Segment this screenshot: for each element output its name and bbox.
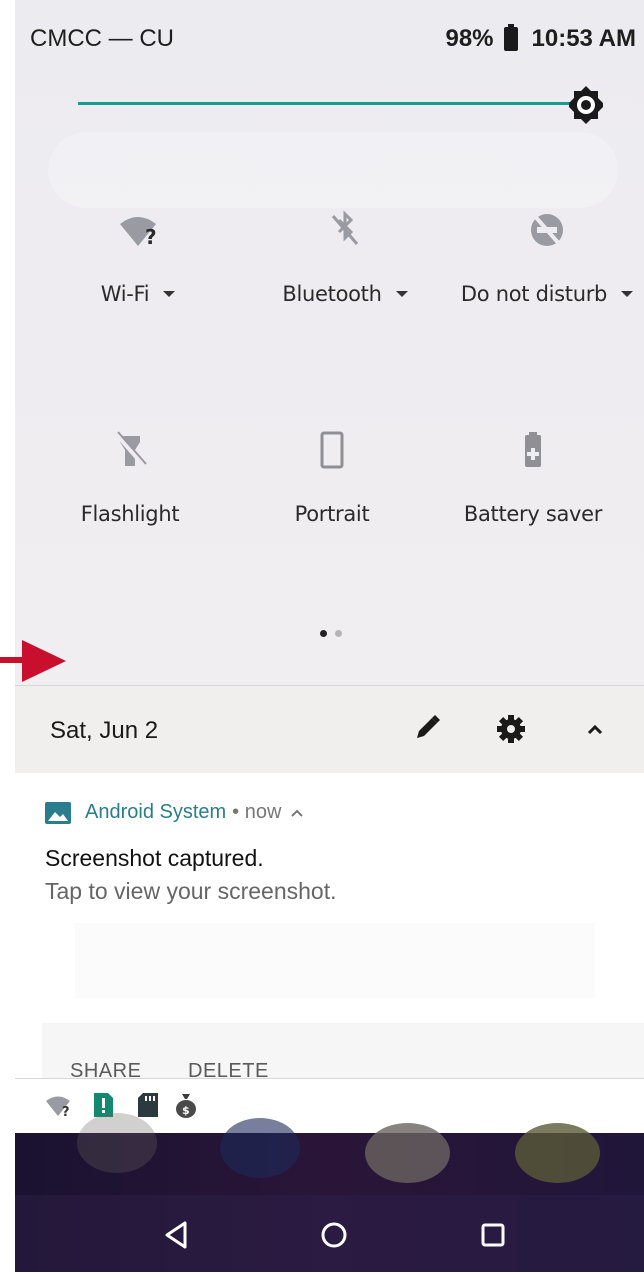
page-indicator: [320, 630, 342, 637]
quick-settings-header-pill: [48, 132, 618, 208]
settings-icon[interactable]: [494, 712, 528, 746]
tile-bluetooth[interactable]: Bluetooth: [245, 210, 445, 306]
notification-app-name: Android System: [85, 801, 227, 823]
page-dot-active: [320, 630, 327, 637]
tile-flashlight-label: Flashlight: [80, 502, 180, 526]
bluetooth-off-icon: [331, 210, 359, 245]
home-icon[interactable]: [314, 1215, 354, 1255]
tile-do-not-disturb-label: Do not disturb: [460, 282, 608, 306]
notification-header: Android System • now: [45, 801, 305, 824]
back-icon[interactable]: [157, 1215, 197, 1255]
battery-percent: 98%: [445, 25, 494, 52]
image-icon: [45, 801, 71, 824]
clock: 10:53 AM: [531, 25, 636, 52]
battery-saver-icon: [525, 432, 541, 467]
date-row: Sat, Jun 2: [15, 685, 644, 773]
annotation-arrow-icon: [0, 640, 66, 682]
app-icon-ghost: [220, 1118, 300, 1178]
chevron-down-icon[interactable]: [621, 291, 634, 297]
screen: CMCC — CU 98% 10:53 AM ? Wi-Fi Bluetooth: [0, 0, 644, 1272]
chevron-down-icon[interactable]: [395, 291, 408, 297]
screenshot-margin: [0, 0, 15, 1272]
svg-text:$: $: [182, 1104, 190, 1117]
tile-do-not-disturb[interactable]: Do not disturb: [447, 210, 644, 306]
screenshot-preview[interactable]: [75, 923, 595, 998]
svg-text:?: ?: [62, 1105, 70, 1118]
tile-portrait-label: Portrait: [294, 502, 370, 526]
edit-icon[interactable]: [410, 712, 444, 746]
chevron-up-icon[interactable]: [289, 807, 305, 819]
wifi-unknown-icon: ?: [46, 1096, 70, 1118]
tile-wifi[interactable]: ? Wi-Fi: [38, 210, 238, 306]
navigation-bar: [15, 1195, 644, 1272]
brightness-slider[interactable]: [78, 102, 580, 105]
notification-card[interactable]: Android System • now Screenshot captured…: [15, 773, 644, 1083]
notification-actions: SHARE DELETE: [42, 1023, 644, 1083]
wifi-unknown-icon: ?: [120, 217, 157, 249]
tile-flashlight[interactable]: Flashlight: [30, 430, 230, 526]
tile-bluetooth-label: Bluetooth: [282, 282, 382, 306]
app-icon-ghost: [515, 1123, 600, 1183]
tile-battery-saver-label: Battery saver: [463, 502, 603, 526]
tile-battery-saver[interactable]: Battery saver: [433, 430, 633, 526]
svg-text:?: ?: [145, 225, 157, 249]
notification-title: Screenshot captured.: [45, 845, 264, 871]
do-not-disturb-off-icon: [531, 212, 563, 248]
app-icon-ghost: [77, 1113, 157, 1173]
tile-portrait[interactable]: Portrait: [232, 430, 432, 526]
portrait-lock-icon: [320, 431, 344, 469]
carrier-name: CMCC — CU: [30, 25, 174, 52]
date-label: Sat, Jun 2: [50, 717, 159, 744]
flashlight-off-icon: [114, 431, 147, 468]
collapse-icon[interactable]: [578, 712, 612, 746]
sd-card-icon: [138, 1093, 158, 1117]
money-bag-icon: $: [176, 1094, 196, 1118]
app-icon-ghost: [365, 1123, 450, 1183]
status-right: 98% 10:53 AM: [445, 24, 636, 53]
chevron-down-icon[interactable]: [163, 291, 176, 297]
status-bar: CMCC — CU 98% 10:53 AM: [15, 0, 644, 80]
page-dot: [335, 630, 342, 637]
brightness-icon[interactable]: [566, 85, 606, 125]
recents-icon[interactable]: [473, 1215, 513, 1255]
battery-icon: [503, 24, 518, 51]
notification-subtitle: Tap to view your screenshot.: [45, 878, 337, 904]
tile-wifi-label: Wi-Fi: [100, 282, 150, 306]
notification-time: • now: [232, 801, 282, 823]
